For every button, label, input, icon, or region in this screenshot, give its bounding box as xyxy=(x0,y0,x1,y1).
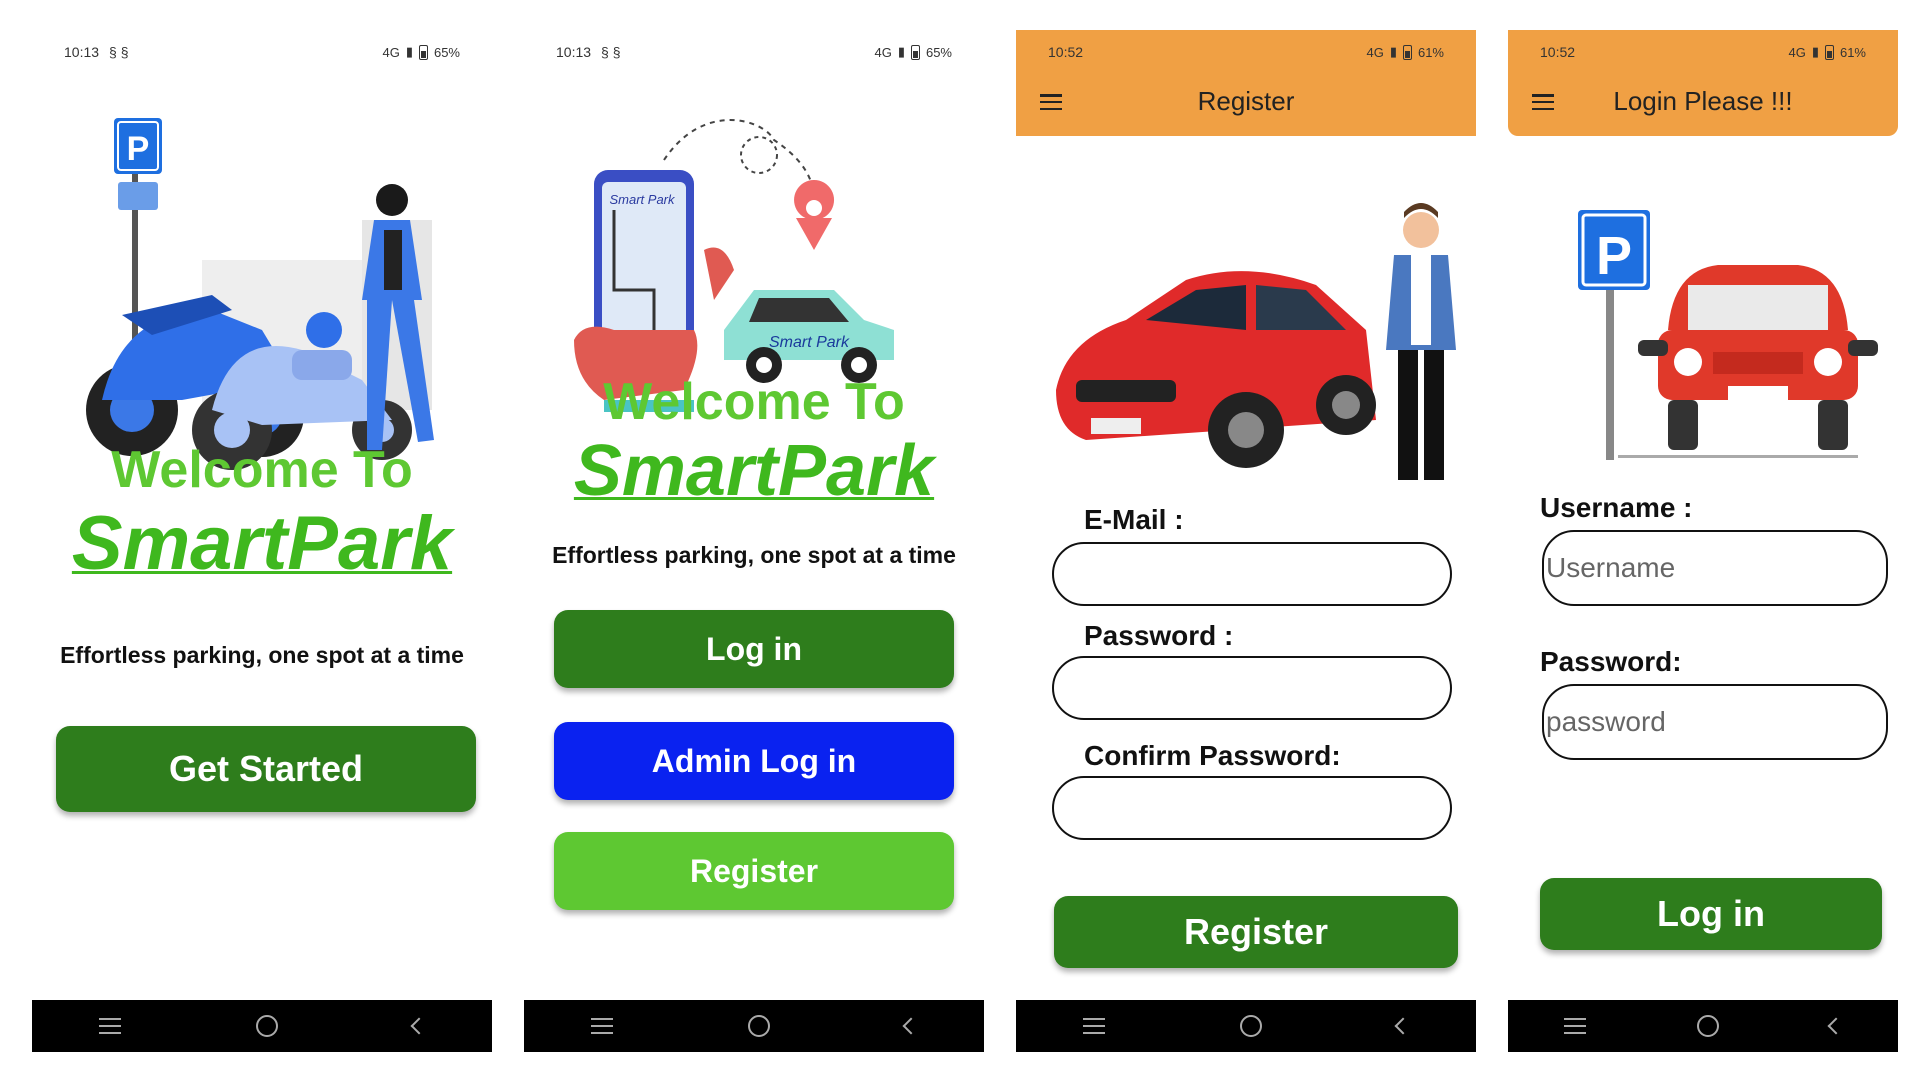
android-nav-bar xyxy=(524,1000,984,1052)
status-time: 10:13 xyxy=(64,44,100,60)
battery-icon xyxy=(418,44,428,60)
password-label: Password : xyxy=(1084,620,1234,651)
login-button[interactable]: Log in xyxy=(554,610,954,688)
status-bar: 10:52 4G ▮ 61% xyxy=(1508,30,1898,74)
tagline: Effortless parking, one spot at a time xyxy=(60,642,464,668)
tagline: Effortless parking, one spot at a time xyxy=(552,542,956,568)
welcome-heading: Welcome To xyxy=(603,373,905,431)
android-nav-bar xyxy=(32,1000,492,1052)
brand-title: SmartPark xyxy=(573,431,935,511)
car-and-man-illustration xyxy=(1056,203,1456,480)
recent-apps-icon[interactable] xyxy=(1083,1018,1106,1034)
back-icon[interactable] xyxy=(1394,1017,1412,1035)
signal-icon: ▮ xyxy=(1389,44,1397,59)
status-bar: 10:13 § § 4G ▮ 65% xyxy=(32,30,492,74)
android-nav-bar xyxy=(1016,1000,1476,1052)
confirm-password-input[interactable] xyxy=(1052,776,1452,840)
battery-percent: 65% xyxy=(433,44,460,60)
signal-icon: ▮ xyxy=(1811,44,1819,59)
status-bar: 10:13 § § 4G ▮ 65% xyxy=(524,30,984,74)
username-input[interactable] xyxy=(1542,530,1888,606)
app-bar-title: Login Please !!! xyxy=(1613,86,1793,116)
back-icon[interactable] xyxy=(1827,1017,1845,1035)
email-input[interactable] xyxy=(1052,542,1452,606)
username-label: Username : xyxy=(1540,492,1693,523)
parking-car-illustration: P xyxy=(1578,210,1878,460)
network-label: 4G xyxy=(382,44,400,60)
network-label: 4G xyxy=(1366,44,1384,60)
home-icon[interactable] xyxy=(747,1015,770,1037)
home-icon[interactable] xyxy=(255,1015,278,1037)
brand-title: SmartPark xyxy=(71,501,453,586)
scooter-illustration: P xyxy=(86,118,434,470)
recent-apps-icon[interactable] xyxy=(99,1018,122,1034)
parking-sign-label: P xyxy=(1596,226,1632,286)
notification-icon: § § xyxy=(601,44,621,60)
back-icon[interactable] xyxy=(410,1017,428,1035)
car-brand-label: Smart Park xyxy=(769,334,850,351)
recent-apps-icon[interactable] xyxy=(591,1018,614,1034)
status-time: 10:13 xyxy=(556,44,592,60)
register-submit-button[interactable]: Register xyxy=(1054,896,1458,968)
register-screen: 10:52 4G ▮ 61% Register E-Mail : Password … xyxy=(1016,30,1476,1052)
admin-login-button[interactable]: Admin Log in xyxy=(554,722,954,800)
status-time: 10:52 xyxy=(1540,44,1576,60)
android-nav-bar xyxy=(1508,1000,1898,1052)
login-screen: 10:52 4G ▮ 61% Login Please !!! P Username… xyxy=(1508,30,1898,1052)
recent-apps-icon[interactable] xyxy=(1563,1018,1586,1034)
get-started-button[interactable]: Get Started xyxy=(56,726,476,812)
battery-icon xyxy=(1824,44,1834,60)
back-icon[interactable] xyxy=(902,1017,920,1035)
phone-app-label: Smart Park xyxy=(609,192,676,207)
battery-icon xyxy=(1402,44,1412,60)
menu-screen: 10:13 § § 4G ▮ 65% Smart Park Smart Park We… xyxy=(524,30,984,1052)
network-label: 4G xyxy=(1788,44,1806,60)
battery-percent: 65% xyxy=(925,44,952,60)
signal-icon: ▮ xyxy=(405,44,413,59)
status-time: 10:52 xyxy=(1048,44,1084,60)
login-submit-button[interactable]: Log in xyxy=(1540,878,1882,950)
status-bar: 10:52 4G ▮ 61% xyxy=(1016,30,1476,74)
password-input[interactable] xyxy=(1052,656,1452,720)
password-label: Password: xyxy=(1540,646,1682,677)
password-input[interactable] xyxy=(1542,684,1888,760)
email-label: E-Mail : xyxy=(1084,504,1184,535)
app-bar: 10:52 4G ▮ 61% Login Please !!! xyxy=(1508,30,1898,136)
home-icon[interactable] xyxy=(1696,1015,1719,1037)
app-bar: 10:52 4G ▮ 61% Register xyxy=(1016,30,1476,136)
battery-percent: 61% xyxy=(1417,44,1444,60)
confirm-password-label: Confirm Password: xyxy=(1084,740,1341,771)
battery-percent: 61% xyxy=(1839,44,1866,60)
notification-icon: § § xyxy=(109,44,129,60)
home-icon[interactable] xyxy=(1239,1015,1262,1037)
network-label: 4G xyxy=(874,44,892,60)
welcome-screen: 10:13 § § 4G ▮ 65% P Welcome To SmartPark E… xyxy=(32,30,492,1052)
battery-icon xyxy=(910,44,920,60)
register-button[interactable]: Register xyxy=(554,832,954,910)
app-bar-title: Register xyxy=(1197,86,1295,116)
signal-icon: ▮ xyxy=(897,44,905,59)
parking-sign-label: P xyxy=(127,130,150,168)
welcome-heading: Welcome To xyxy=(111,441,413,499)
